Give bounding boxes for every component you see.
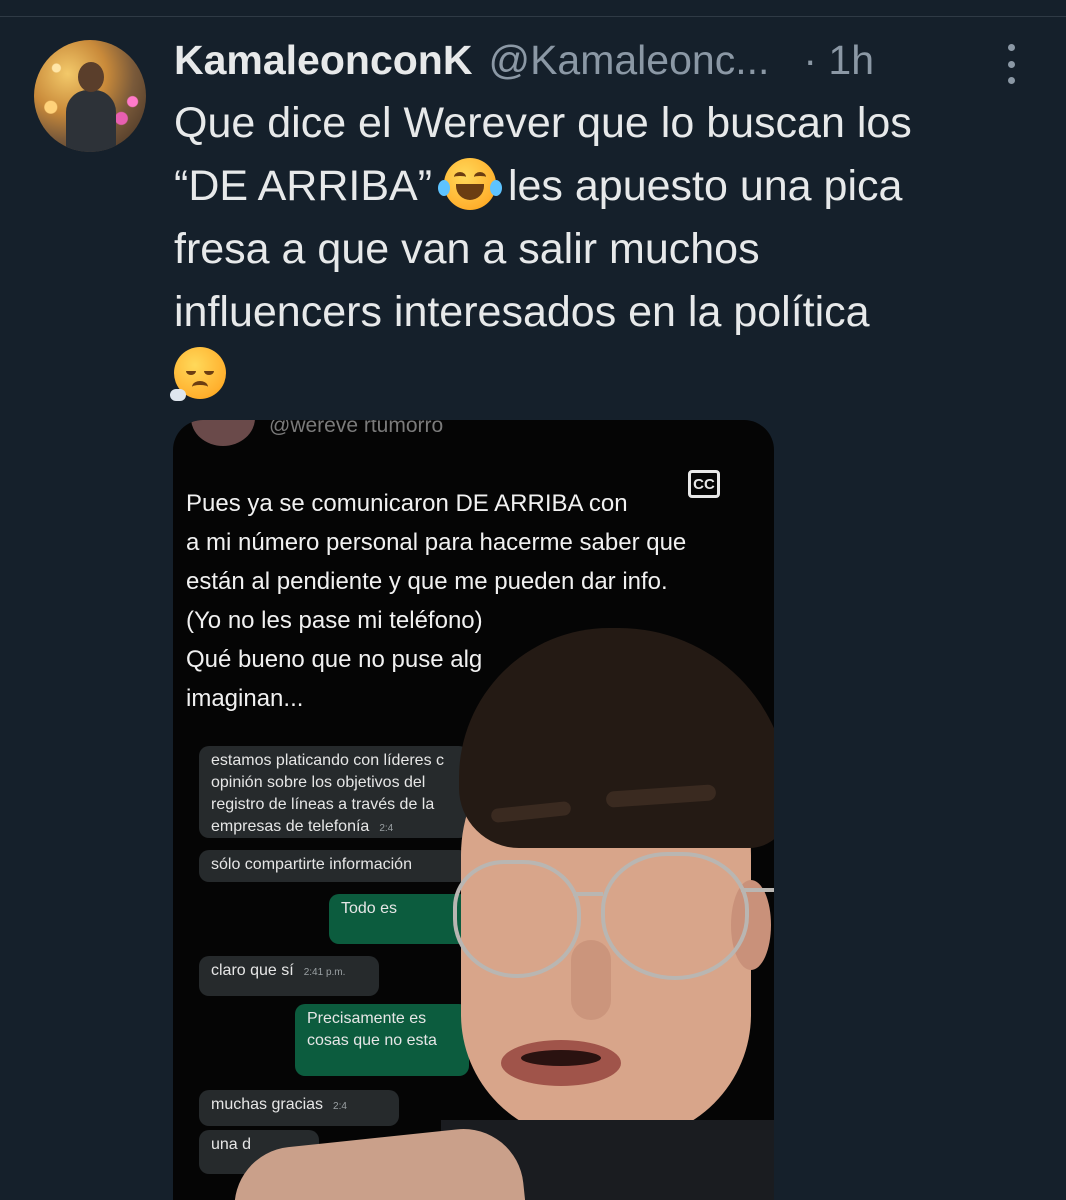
chat-text: muchas gracias xyxy=(211,1096,324,1113)
tweet-text-segment: les apuesto una pica xyxy=(507,162,903,210)
chat-text: claro que sí xyxy=(211,962,294,979)
glasses-lens xyxy=(453,860,581,978)
media-avatar xyxy=(191,420,255,446)
chat-message-incoming: muchas gracias 2:4 xyxy=(199,1090,399,1126)
chat-text: estamos platicando con líderes c xyxy=(211,752,445,769)
tweet-text-line: “DE ARRIBA” les apuesto una pica xyxy=(174,155,1024,218)
chat-text: registro de líneas a través de la xyxy=(211,796,435,813)
tweet-text-line: fresa a que van a salir muchos xyxy=(174,225,760,273)
display-name[interactable]: KamaleonconK xyxy=(174,37,472,84)
chat-time: 2:4 xyxy=(379,823,394,834)
tweet-text: Que dice el Werever que lo buscan los “D… xyxy=(170,92,1024,407)
avatar-person-body xyxy=(66,90,116,152)
tweet-text-line xyxy=(170,344,1024,407)
chat-text: empresas de telefonía xyxy=(211,818,370,835)
avatar-person-head xyxy=(78,62,104,92)
tweet-text-line: Que dice el Werever que lo buscan los xyxy=(174,99,912,147)
tears-of-joy-emoji-icon xyxy=(438,158,502,210)
chat-message-incoming: estamos platicando con líderes c opinión… xyxy=(199,746,469,838)
tweet-text-segment: “DE ARRIBA” xyxy=(174,162,433,210)
tweet-header: KamaleonconK @Kamaleonc... · 1h xyxy=(174,34,874,86)
caption-line: a mi número personal para hacerme saber … xyxy=(186,529,687,556)
glasses-lens xyxy=(601,852,749,980)
chat-text: Todo es xyxy=(341,900,398,917)
chat-text: opinión sobre los objetivos del xyxy=(211,774,426,791)
caption-line: están al pendiente y que me pueden dar i… xyxy=(186,568,668,595)
chat-text: una d xyxy=(211,1136,252,1153)
chat-text: Precisamente es xyxy=(307,1010,427,1027)
top-divider xyxy=(0,16,1066,17)
tweet-timestamp[interactable]: · 1h xyxy=(803,37,874,84)
chat-message-incoming: sólo compartirte información xyxy=(199,850,469,882)
chat-time: 2:41 p.m. xyxy=(303,967,346,978)
chat-text: sólo compartirte información xyxy=(211,856,412,873)
more-options-icon[interactable] xyxy=(1000,44,1022,84)
video-presenter xyxy=(441,620,774,1200)
glasses-arm xyxy=(741,888,774,892)
presenter-nose xyxy=(571,940,611,1020)
caption-line: Pues ya se comunicaron DE ARRIBA con xyxy=(186,490,628,517)
user-handle[interactable]: @Kamaleonc... xyxy=(488,37,769,84)
glasses-bridge xyxy=(573,892,603,896)
presenter-mouth xyxy=(501,1040,621,1086)
tweet-media-video[interactable]: @wereve rtumorro CC Pues ya se comunicar… xyxy=(173,420,774,1200)
face-exhaling-emoji-icon xyxy=(170,347,226,401)
chat-time: 2:4 xyxy=(333,1101,347,1112)
media-handle: @wereve rtumorro xyxy=(269,420,444,437)
chat-message-incoming: claro que sí 2:41 p.m. xyxy=(199,956,379,996)
tweet-text-line: influencers interesados en la política xyxy=(174,288,870,336)
user-avatar[interactable] xyxy=(34,40,146,152)
chat-text: cosas que no esta xyxy=(307,1032,437,1049)
